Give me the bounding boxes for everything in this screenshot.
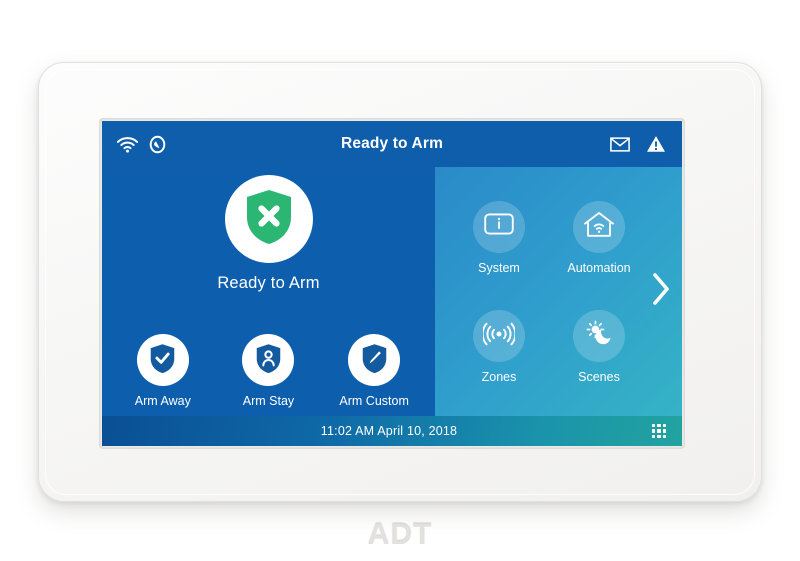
scenes-label: Scenes (578, 370, 620, 385)
next-page-button[interactable] (648, 273, 674, 311)
arm-custom-label: Arm Custom (339, 394, 409, 408)
apps-grid-icon (651, 423, 667, 439)
arm-away-button[interactable]: Arm Away (115, 334, 211, 408)
system-button[interactable]: System (449, 185, 549, 291)
arm-away-label: Arm Away (134, 394, 191, 408)
scenes-icon-circle (573, 310, 625, 363)
system-status-tile[interactable]: Ready to Arm (102, 175, 435, 293)
features-pane: System Automation Zones Scenes (435, 167, 682, 416)
touchscreen-display: Ready to Arm Ready to Arm Arm Away Arm S… (102, 121, 682, 446)
features-grid: System Automation Zones Scenes (449, 185, 649, 400)
automation-label: Automation (567, 260, 631, 275)
system-label: System (478, 260, 520, 275)
arm-custom-button[interactable]: Arm Custom (326, 334, 422, 408)
arm-custom-icon-circle (348, 334, 401, 386)
system-icon-circle (473, 200, 525, 253)
sun-moon-icon (583, 319, 615, 354)
arm-away-icon-circle (136, 334, 189, 386)
status-bar-right-icons (532, 135, 682, 153)
scenes-button[interactable]: Scenes (549, 295, 649, 401)
automation-button[interactable]: Automation (549, 185, 649, 291)
cellular-signal-icon[interactable] (149, 135, 166, 154)
warning-icon[interactable] (646, 135, 666, 153)
adt-brand-logo: ADT (367, 518, 433, 551)
screenshot-root: ADT Ready to Arm Ready to Arm Arm Away A… (0, 0, 800, 561)
shield-pencil-icon (361, 343, 388, 378)
arm-stay-icon-circle (242, 334, 295, 386)
shield-person-icon (255, 343, 282, 378)
wifi-icon[interactable] (117, 136, 138, 153)
zones-label: Zones (481, 370, 517, 385)
status-bar-title: Ready to Arm (341, 135, 443, 152)
automation-icon-circle (573, 200, 625, 253)
status-bar: Ready to Arm (102, 121, 682, 167)
shield-check-icon (149, 343, 176, 378)
status-icon-circle (224, 175, 313, 263)
zones-button[interactable]: Zones (449, 295, 549, 401)
chevron-right-icon (651, 272, 671, 311)
home-wifi-icon (583, 211, 615, 243)
mail-icon[interactable] (610, 136, 630, 152)
apps-launcher-button[interactable] (636, 423, 682, 439)
bottom-bar: 11:02 AM April 10, 2018 (102, 416, 682, 446)
clock-display: 11:02 AM April 10, 2018 (320, 424, 458, 438)
shield-x-icon (243, 188, 295, 251)
arming-pane: Ready to Arm Arm Away Arm Stay Arm Custo… (102, 167, 435, 416)
system-status-label: Ready to Arm (217, 274, 320, 292)
arm-stay-label: Arm Stay (242, 394, 295, 408)
main-content: Ready to Arm Arm Away Arm Stay Arm Custo… (102, 167, 682, 416)
info-box-icon (484, 213, 514, 240)
arm-options-row: Arm Away Arm Stay Arm Custom (102, 334, 435, 408)
status-bar-left-icons (102, 135, 252, 154)
motion-sensor-icon (481, 321, 517, 352)
zones-icon-circle (473, 310, 525, 363)
arm-stay-button[interactable]: Arm Stay (220, 334, 316, 408)
